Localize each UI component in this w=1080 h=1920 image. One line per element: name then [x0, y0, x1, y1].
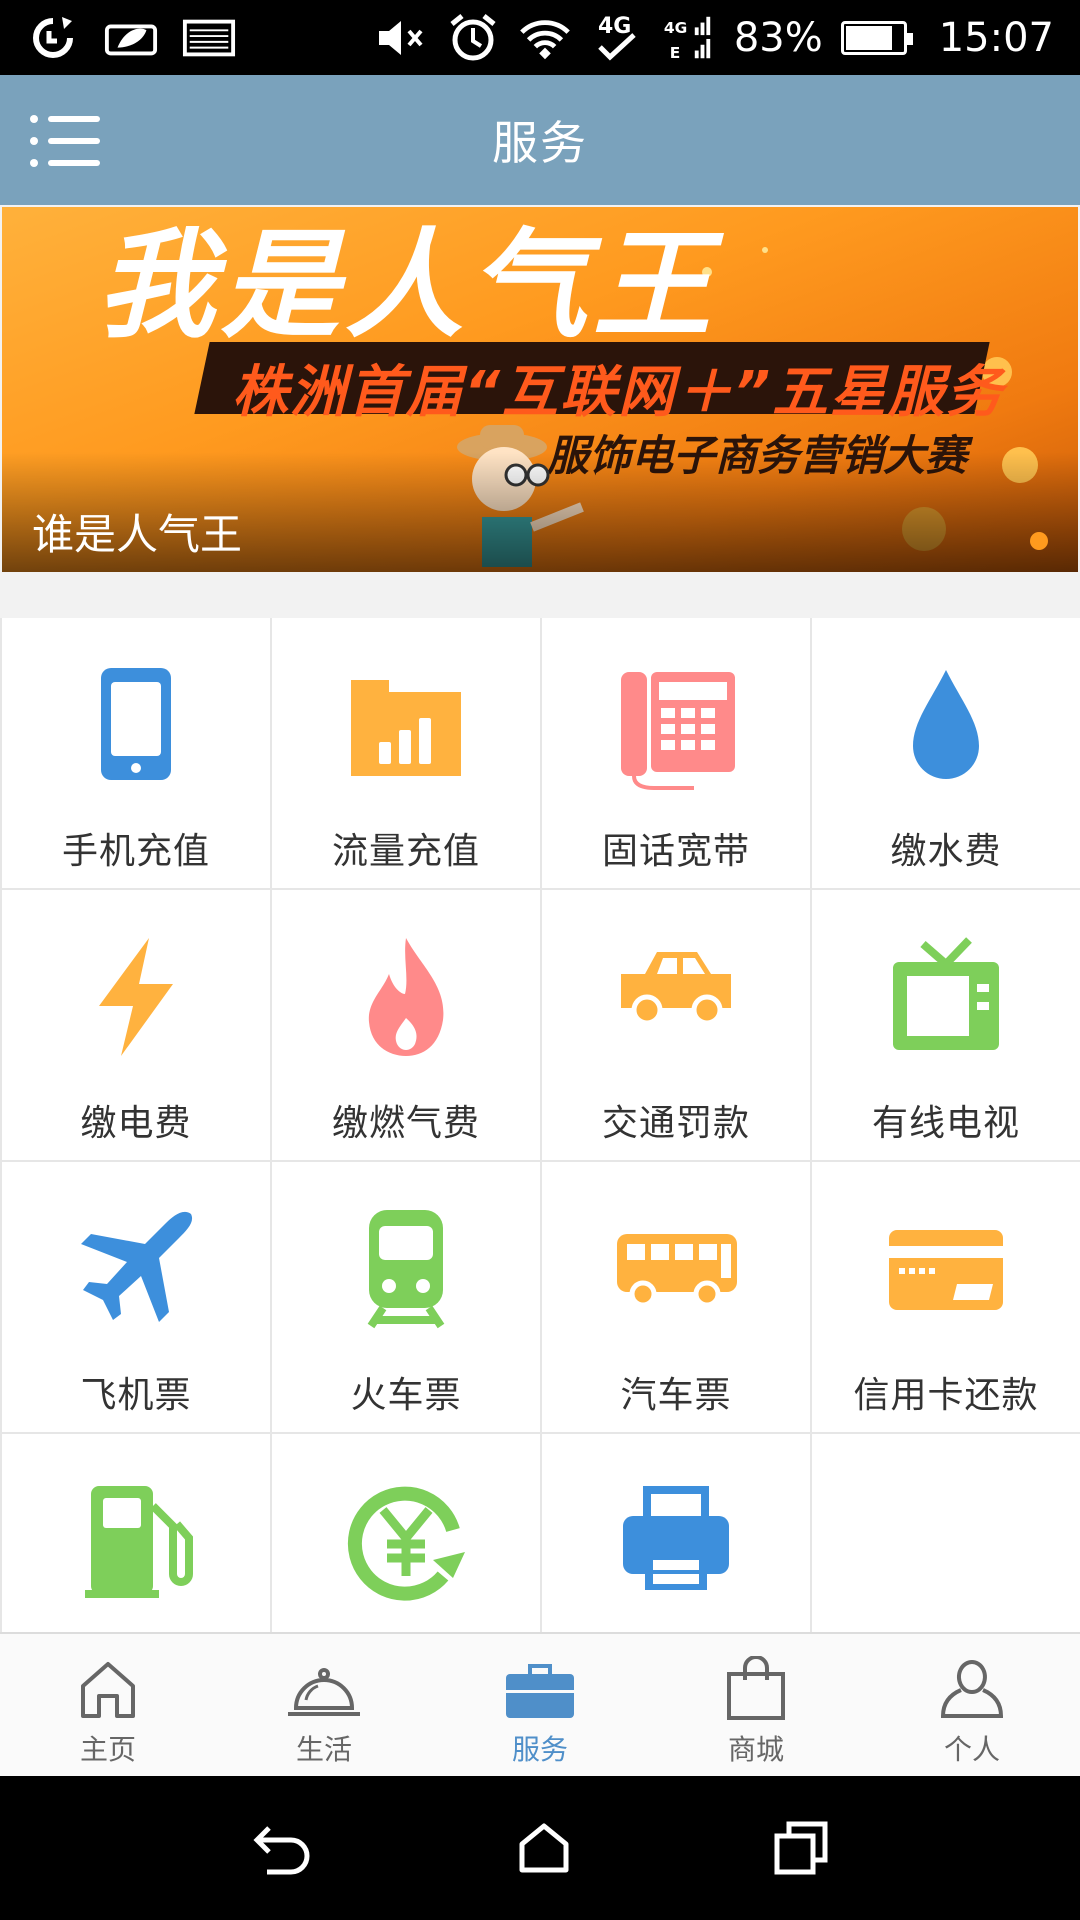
yuan-refresh-icon [331, 1466, 481, 1616]
banner-subline: 株洲首届“互联网＋”五星服务 [232, 360, 1005, 425]
printer-icon [601, 1466, 751, 1616]
system-nav-bar [0, 1776, 1080, 1920]
battery-icon [840, 20, 913, 55]
service-train-ticket[interactable]: 火车票 [272, 1162, 540, 1432]
service-label: 固话宽带 [601, 831, 750, 872]
tab-home[interactable]: 主页 [0, 1634, 216, 1776]
car-icon [601, 922, 751, 1072]
water-drop-icon [871, 650, 1021, 800]
service-empty-slot [812, 1434, 1080, 1633]
image-icon [182, 17, 236, 59]
status-bar: 4G 4G E 83% 15:07 [0, 0, 1080, 75]
carousel-indicator[interactable] [1030, 532, 1048, 550]
signal-icon: 4G E [662, 16, 716, 62]
tab-mall[interactable]: 商城 [648, 1634, 864, 1776]
recent-apps-icon[interactable] [773, 1820, 829, 1876]
tab-label: 商城 [727, 1733, 784, 1766]
service-bell-icon [288, 1668, 360, 1716]
tab-label: 生活 [295, 1733, 352, 1766]
battery-percent: 83% [733, 14, 823, 61]
tab-label: 主页 [79, 1733, 136, 1766]
back-icon[interactable] [251, 1820, 315, 1876]
bus-icon [601, 1194, 751, 1344]
page-title: 服务 [492, 116, 588, 170]
train-icon [331, 1194, 481, 1344]
service-credit-card-repay[interactable]: 信用卡还款 [812, 1162, 1080, 1432]
service-label: 汽车票 [620, 1375, 732, 1416]
service-fuel[interactable] [2, 1434, 270, 1633]
flame-icon [331, 922, 481, 1072]
service-water-bill[interactable]: 缴水费 [812, 618, 1080, 888]
service-electric-bill[interactable]: 缴电费 [2, 890, 270, 1160]
service-traffic-fine[interactable]: 交通罚款 [542, 890, 810, 1160]
alarm-icon [446, 13, 500, 60]
service-cable-tv[interactable]: 有线电视 [812, 890, 1080, 1160]
tab-label: 服务 [511, 1733, 568, 1766]
home-nav-icon[interactable] [516, 1820, 572, 1876]
service-label: 缴电费 [80, 1103, 192, 1144]
service-label: 有线电视 [871, 1103, 1020, 1144]
service-label: 流量充值 [331, 831, 480, 872]
service-label: 飞机票 [80, 1375, 192, 1416]
wifi-icon [518, 17, 572, 59]
gas-pump-icon [61, 1466, 211, 1616]
clock: 15:07 [938, 14, 1054, 61]
banner-caption: 谁是人气王 [32, 510, 243, 559]
tab-service[interactable]: 服务 [432, 1634, 648, 1776]
service-yuan-refresh[interactable] [272, 1434, 540, 1633]
mobile-phone-icon [61, 650, 211, 800]
data-folder-icon [331, 650, 481, 800]
service-label: 缴水费 [890, 831, 1002, 872]
service-label: 交通罚款 [601, 1103, 750, 1144]
service-mobile-recharge[interactable]: 手机充值 [2, 618, 270, 888]
landline-phone-icon [601, 650, 751, 800]
service-grid: 手机充值 流量充值 固话宽带 缴水费 缴电费 缴燃气费 交通罚款 有线电视 飞机… [0, 618, 1080, 1633]
tv-icon [871, 922, 1021, 1072]
service-gas-bill[interactable]: 缴燃气费 [272, 890, 540, 1160]
menu-icon[interactable] [30, 114, 100, 167]
person-icon [940, 1660, 1004, 1718]
tab-personal[interactable]: 个人 [864, 1634, 1080, 1776]
tab-life[interactable]: 生活 [216, 1634, 432, 1776]
service-flight-ticket[interactable]: 飞机票 [2, 1162, 270, 1432]
svg-text:E: E [670, 44, 681, 62]
bottom-tab-bar: 主页 生活 服务 商城 个人 [0, 1632, 1080, 1776]
4g-check-icon: 4G [590, 14, 644, 60]
app-header: 服务 [0, 75, 1080, 205]
airplane-icon [61, 1194, 211, 1344]
battery-fill [845, 25, 892, 50]
sync-icon [26, 16, 80, 59]
briefcase-icon [506, 1664, 574, 1718]
service-data-recharge[interactable]: 流量充值 [272, 618, 540, 888]
mute-icon [374, 17, 428, 59]
service-label: 手机充值 [61, 831, 210, 872]
promo-banner[interactable]: 我是人气王 株洲首届“互联网＋”五星服务 服饰电子商务营销大赛 谁是人气王 [2, 207, 1078, 572]
tab-label: 个人 [943, 1733, 1000, 1766]
leaf-icon [104, 17, 158, 59]
svg-text:4G: 4G [664, 19, 687, 37]
svg-text:4G: 4G [598, 14, 631, 39]
service-bus-ticket[interactable]: 汽车票 [542, 1162, 810, 1432]
service-label: 缴燃气费 [331, 1103, 480, 1144]
service-landline-broadband[interactable]: 固话宽带 [542, 618, 810, 888]
service-label: 信用卡还款 [853, 1375, 1039, 1416]
credit-card-icon [871, 1194, 1021, 1344]
home-icon [81, 1662, 135, 1718]
lightning-icon [61, 922, 211, 1072]
service-label: 火车票 [350, 1375, 462, 1416]
shopping-bag-icon [727, 1656, 785, 1720]
sparkle-decoration [762, 247, 768, 253]
service-printer[interactable] [542, 1434, 810, 1633]
banner-headline: 我是人气王 [97, 216, 718, 354]
